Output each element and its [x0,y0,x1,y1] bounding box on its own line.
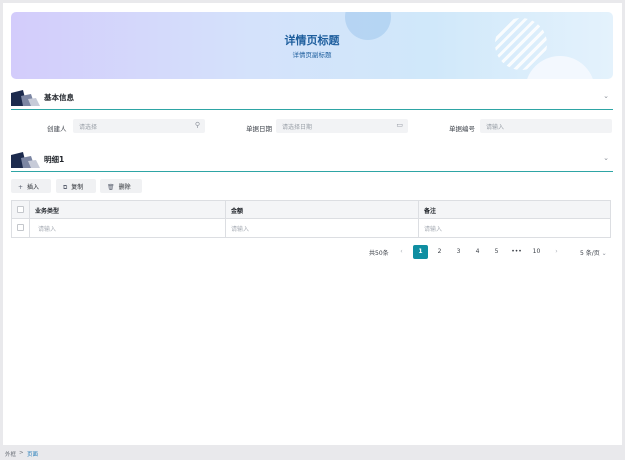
breadcrumb-current: 页面 [27,452,39,458]
section-icon [11,152,40,168]
trash-icon: 🗑 [107,184,115,191]
page-button-1[interactable]: 1 [413,245,428,259]
next-page-icon[interactable]: › [549,245,564,259]
date-picker[interactable]: 请选择日期 ▭ [276,119,408,133]
select-all-checkbox[interactable] [17,206,24,213]
creator-select[interactable]: 请选择 ⚲ [73,119,205,133]
page-button-5[interactable]: 5 [489,245,504,259]
page-button-10[interactable]: 10 [529,245,544,259]
row-checkbox[interactable] [17,224,24,231]
amount-input[interactable]: 请输入 [225,219,418,237]
calendar-icon: ▭ [396,121,403,129]
delete-label: 删除 [118,184,131,191]
more-pages-icon[interactable]: ••• [509,245,524,259]
prev-page-icon[interactable]: ‹ [394,245,409,259]
section-header-detail[interactable]: 明细1 ⌄ [11,150,613,172]
remark-input[interactable]: 请输入 [418,219,610,237]
page-subtitle: 详情页副标题 [292,51,332,59]
copy-label: 复制 [71,184,84,191]
table-header-row: 业务类型 金额 备注 [12,201,610,219]
breadcrumb: 外框 > 页面 [0,445,625,460]
column-header: 业务类型 [35,208,60,215]
business-type-input[interactable]: 请输入 [32,219,225,237]
plus-icon: + [18,184,24,191]
number-label: 单据编号 [449,125,475,133]
creator-placeholder: 请选择 [79,124,98,131]
chevron-down-icon[interactable]: ⌄ [603,154,609,162]
column-divider [29,201,30,237]
column-header: 金额 [231,208,244,215]
breadcrumb-parent[interactable]: 外框 [5,450,16,458]
column-divider [418,201,419,237]
column-header: 备注 [424,208,437,215]
copy-icon: ⧉ [63,184,68,191]
page-canvas: 详情页标题 详情页副标题 基本信息 ⌄ 创建人 请选择 ⚲ 单据日期 请选择日期… [3,3,622,445]
copy-button[interactable]: ⧉ 复制 [56,179,96,193]
number-input[interactable]: 请输入 [480,119,612,133]
page-title: 详情页标题 [284,34,340,47]
header-banner: 详情页标题 详情页副标题 [11,12,613,79]
section-header-basic[interactable]: 基本信息 ⌄ [11,88,613,110]
chevron-down-icon: ⌄ [601,250,607,257]
chevron-down-icon[interactable]: ⌄ [603,92,609,100]
insert-label: 插入 [27,184,40,191]
page-size-select[interactable]: 5 条/页 ⌄ [580,248,607,257]
breadcrumb-separator: > [19,450,24,456]
section-title: 明细1 [44,155,65,164]
detail-table: 业务类型 金额 备注 请输入 请输入 请输入 [11,200,611,238]
section-title: 基本信息 [44,93,74,102]
table-row: 请输入 请输入 请输入 [12,219,610,237]
date-placeholder: 请选择日期 [282,124,313,131]
delete-button[interactable]: 🗑 删除 [100,179,142,193]
column-divider [225,201,226,237]
page-size-label: 5 条/页 [580,250,600,257]
section-icon [11,90,40,106]
page-button-2[interactable]: 2 [432,245,447,259]
search-icon: ⚲ [194,121,200,129]
page-button-4[interactable]: 4 [470,245,485,259]
page-button-3[interactable]: 3 [451,245,466,259]
insert-button[interactable]: + 插入 [11,179,51,193]
pagination-total: 共50条 [369,250,389,257]
number-placeholder: 请输入 [486,124,505,131]
date-label: 单据日期 [246,125,272,133]
creator-label: 创建人 [47,125,67,133]
